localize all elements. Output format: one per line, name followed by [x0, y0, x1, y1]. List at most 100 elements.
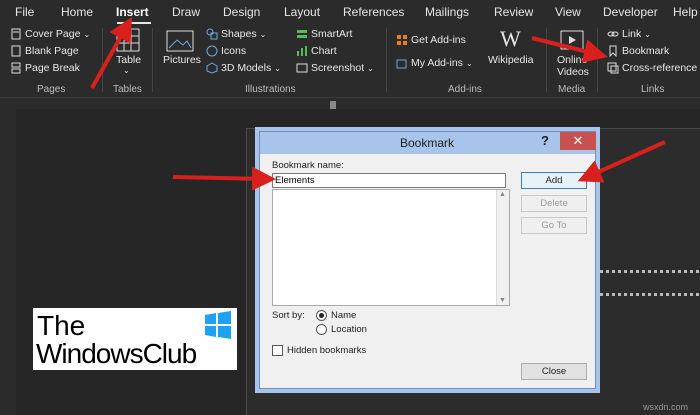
sort-name-radio[interactable] [316, 310, 327, 321]
smartart-icon [297, 30, 307, 38]
ribbon-divider [597, 28, 598, 92]
shapes-icon [206, 28, 218, 40]
dialog-title: Bookmark [400, 136, 455, 150]
group-label-media: Media [558, 84, 586, 95]
cover-page-label: Cover Page [25, 28, 81, 40]
chart-button[interactable]: Chart [296, 45, 337, 57]
hidden-bookmarks-label: Hidden bookmarks [287, 345, 367, 356]
group-label-illustrations: Illustrations [245, 84, 296, 95]
screenshot-icon [296, 63, 308, 73]
tab-developer[interactable]: Developer [603, 5, 658, 19]
table-button[interactable]: Table [116, 54, 141, 66]
hidden-bookmarks-checkbox[interactable] [272, 345, 283, 356]
ribbon: Cover Page ⌄ Blank Page Page Break Pages… [0, 24, 700, 97]
tab-view[interactable]: View [555, 5, 581, 19]
bookmark-list[interactable]: ▲ ▼ [272, 189, 510, 306]
get-addins-label: Get Add-ins [411, 34, 466, 46]
screenshot-label: Screenshot [311, 62, 365, 74]
page-decoration-line [600, 270, 700, 273]
help-button[interactable]: ? [537, 133, 553, 151]
close-button[interactable]: Close [521, 363, 587, 380]
3d-models-label: 3D Models [221, 62, 272, 74]
bookmark-button[interactable]: Bookmark [607, 45, 669, 57]
3d-models-button[interactable]: 3D Models ⌄ [206, 62, 281, 74]
bookmark-name-input[interactable]: Elements [272, 173, 506, 188]
link-label: Link [622, 28, 642, 40]
group-label-links: Links [641, 84, 665, 95]
logo-text-line2: WindowsClub [36, 338, 197, 369]
blank-page-label: Blank Page [25, 45, 79, 57]
online-videos-button[interactable]: Online [557, 54, 587, 66]
blank-page-icon [11, 45, 21, 57]
scroll-up-icon[interactable]: ▲ [499, 191, 506, 198]
chart-label: Chart [311, 45, 337, 57]
bookmark-icon [609, 45, 617, 57]
online-videos-label-line2: Videos [557, 66, 589, 78]
chevron-down-icon: ⌄ [83, 29, 91, 39]
wikipedia-icon: W [500, 26, 521, 51]
tab-mailings[interactable]: Mailings [425, 5, 469, 19]
tab-layout[interactable]: Layout [284, 5, 320, 19]
chevron-down-icon: ⌄ [465, 58, 473, 68]
chevron-down-icon: ⌄ [644, 29, 651, 39]
get-addins-button[interactable]: Get Add-ins [396, 34, 466, 46]
pictures-button[interactable]: Pictures [163, 54, 201, 66]
ribbon-divider [386, 28, 387, 92]
blank-page-button[interactable]: Blank Page [10, 45, 79, 57]
my-addins-button[interactable]: My Add-ins ⌄ [396, 57, 473, 69]
icons-icon [206, 45, 218, 57]
cross-reference-icon [607, 62, 619, 74]
delete-button[interactable]: Delete [521, 195, 587, 212]
wikipedia-button[interactable]: Wikipedia [488, 54, 534, 66]
icons-button[interactable]: Icons [206, 45, 246, 57]
ribbon-divider [102, 28, 103, 92]
sort-by-label: Sort by: [272, 310, 305, 321]
bookmark-label: Bookmark [622, 45, 670, 57]
tab-help[interactable]: Help [673, 5, 698, 19]
cover-page-icon [11, 28, 21, 40]
tab-review[interactable]: Review [494, 5, 533, 19]
group-label-tables: Tables [113, 84, 142, 95]
cover-page-button[interactable]: Cover Page ⌄ [10, 28, 90, 40]
tab-file[interactable]: File [15, 5, 34, 19]
go-to-button[interactable]: Go To [521, 217, 587, 234]
tab-draw[interactable]: Draw [172, 5, 200, 19]
windows-logo-icon [205, 311, 231, 339]
horizontal-ruler [0, 97, 700, 109]
chevron-down-icon: ⌄ [367, 63, 374, 73]
scroll-down-icon[interactable]: ▼ [499, 297, 506, 304]
ribbon-divider [546, 28, 547, 92]
thewindowsclub-logo: The WindowsClub [33, 308, 237, 370]
tab-references[interactable]: References [343, 5, 404, 19]
smartart-button[interactable]: SmartArt [296, 28, 352, 40]
dialog-title-bar[interactable]: Bookmark ? ✕ [260, 132, 596, 154]
bookmark-dialog: Bookmark ? ✕ Bookmark name: Elements ▲ ▼… [259, 131, 596, 389]
sort-location-radio[interactable] [316, 324, 327, 335]
page-break-button[interactable]: Page Break [10, 62, 80, 74]
link-button[interactable]: Link ⌄ [607, 28, 651, 40]
store-icon [397, 35, 407, 45]
shapes-button[interactable]: Shapes ⌄ [206, 28, 266, 40]
cross-reference-button[interactable]: Cross-reference [607, 62, 697, 74]
chevron-down-icon: ⌄ [123, 66, 130, 75]
shapes-label: Shapes [221, 28, 257, 40]
screenshot-button[interactable]: Screenshot ⌄ [296, 62, 374, 74]
vertical-ruler [0, 109, 16, 415]
bookmark-name-label: Bookmark name: [272, 160, 344, 171]
link-icon [607, 31, 619, 37]
tab-design[interactable]: Design [223, 5, 260, 19]
chart-icon [297, 46, 307, 56]
add-button[interactable]: Add [521, 172, 587, 189]
page-decoration-line [600, 293, 700, 296]
close-icon[interactable]: ✕ [560, 132, 596, 150]
table-icon [116, 28, 140, 52]
tab-home[interactable]: Home [61, 5, 93, 19]
list-scrollbar[interactable]: ▲ ▼ [496, 190, 509, 305]
ribbon-tab-bar: File Home Insert Draw Design Layout Refe… [0, 0, 700, 24]
online-video-icon [560, 30, 584, 50]
cross-reference-label: Cross-reference [622, 62, 698, 74]
chevron-down-icon: ⌄ [259, 29, 267, 39]
page-break-label: Page Break [25, 62, 80, 74]
watermark-text: wsxdn.com [643, 402, 689, 412]
tab-insert[interactable]: Insert [116, 5, 149, 19]
